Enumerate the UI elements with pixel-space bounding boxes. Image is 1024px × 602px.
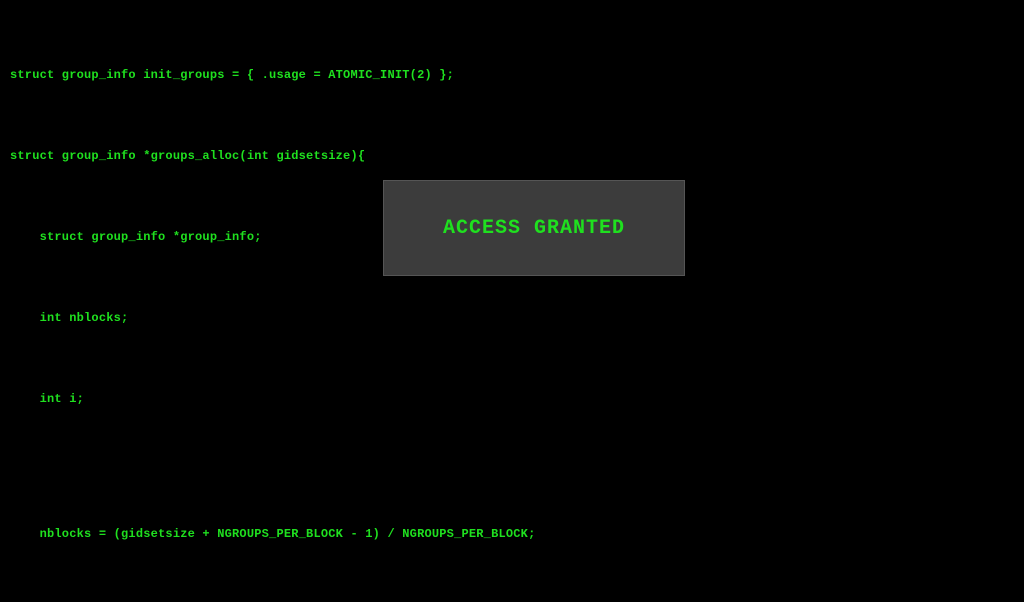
code-line: struct group_info init_groups = { .usage… xyxy=(10,62,1014,89)
access-modal: ACCESS GRANTED xyxy=(384,181,684,275)
code-line: int nblocks; xyxy=(10,305,1014,332)
code-line: nblocks = (gidsetsize + NGROUPS_PER_BLOC… xyxy=(10,521,1014,548)
code-line: struct group_info *groups_alloc(int gids… xyxy=(10,143,1014,170)
access-granted-message: ACCESS GRANTED xyxy=(443,217,625,240)
terminal-output: struct group_info init_groups = { .usage… xyxy=(0,0,1024,602)
code-line: int i; xyxy=(10,386,1014,413)
